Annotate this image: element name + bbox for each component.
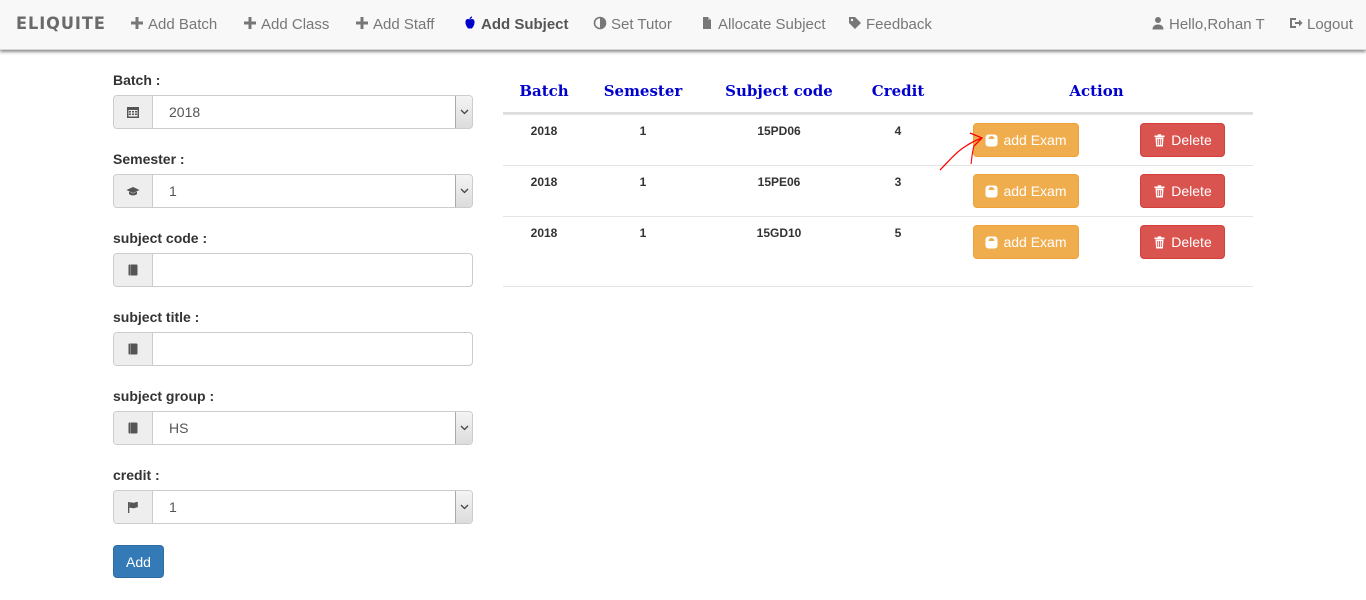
cell-credit: 4 — [894, 124, 902, 138]
cell-credit: 3 — [894, 175, 902, 189]
nav-user[interactable]: Hello,Rohan T — [1151, 16, 1265, 33]
adjust-icon — [593, 16, 607, 30]
cell-subject-code: 15PD06 — [757, 124, 801, 138]
nav-add-subject-label: Add Subject — [481, 16, 569, 33]
nav-user-label: Hello,Rohan T — [1169, 16, 1265, 33]
subject-code-label: subject code : — [113, 230, 208, 246]
chevron-down-icon[interactable] — [455, 491, 472, 523]
scale-icon — [985, 185, 998, 198]
subject-code-value[interactable] — [153, 254, 472, 286]
flag-icon — [114, 491, 153, 523]
table-bottom-divider — [503, 286, 1253, 287]
nav-add-subject[interactable]: Add Subject — [463, 16, 569, 33]
semester-label: Semester : — [113, 151, 185, 167]
add-exam-button[interactable]: add Exam — [973, 123, 1079, 157]
add-exam-button[interactable]: add Exam — [973, 174, 1079, 208]
subject-title-value[interactable] — [153, 333, 472, 365]
top-navbar: ELIQUITE Add Batch Add Class Add Staff A… — [0, 0, 1366, 50]
credit-label: credit : — [113, 467, 160, 483]
tag-icon — [848, 16, 862, 30]
nav-set-tutor-label: Set Tutor — [611, 16, 672, 33]
batch-label: Batch : — [113, 72, 161, 88]
add-exam-label: add Exam — [1003, 183, 1067, 199]
book-icon — [114, 333, 153, 365]
delete-label: Delete — [1171, 132, 1212, 148]
delete-label: Delete — [1171, 183, 1212, 199]
semester-select[interactable]: 1 — [113, 174, 473, 208]
credit-select[interactable]: 1 — [113, 490, 473, 524]
logout-icon — [1289, 16, 1303, 30]
table-row: 2018 1 15GD10 5 add Exam Delete — [503, 216, 1253, 267]
cell-semester: 1 — [639, 226, 647, 240]
subject-group-value: HS — [169, 420, 189, 436]
cell-semester: 1 — [639, 175, 647, 189]
cell-semester: 1 — [639, 124, 647, 138]
column-header-subject-code: Subject code — [725, 82, 833, 100]
file-icon — [700, 16, 714, 30]
user-icon — [1151, 16, 1165, 30]
nav-allocate-subject-label: Allocate Subject — [718, 16, 826, 33]
batch-select[interactable]: 2018 — [113, 95, 473, 129]
brand-logo[interactable]: ELIQUITE — [16, 14, 106, 34]
nav-add-class[interactable]: Add Class — [243, 16, 329, 33]
subject-code-input[interactable] — [113, 253, 473, 287]
delete-label: Delete — [1171, 234, 1212, 250]
cell-batch: 2018 — [530, 175, 558, 189]
trash-icon — [1153, 133, 1166, 147]
chevron-down-icon[interactable] — [455, 412, 472, 444]
nav-add-staff-label: Add Staff — [373, 16, 435, 33]
cell-subject-code: 15PE06 — [757, 175, 801, 189]
nav-logout[interactable]: Logout — [1289, 16, 1353, 33]
calendar-icon — [114, 96, 153, 128]
table-row: 2018 1 15PE06 3 add Exam Delete — [503, 165, 1253, 216]
cell-credit: 5 — [894, 226, 902, 240]
chevron-down-icon[interactable] — [455, 175, 472, 207]
plus-icon — [355, 16, 369, 30]
trash-icon — [1153, 184, 1166, 198]
column-header-action: Action — [1069, 82, 1124, 100]
column-header-semester: Semester — [603, 82, 683, 100]
apple-icon — [463, 16, 477, 30]
nav-add-batch[interactable]: Add Batch — [130, 16, 217, 33]
book-icon — [114, 412, 153, 444]
semester-value: 1 — [169, 183, 177, 199]
scale-icon — [985, 236, 998, 249]
nav-allocate-subject[interactable]: Allocate Subject — [700, 16, 826, 33]
cell-batch: 2018 — [530, 124, 558, 138]
add-button[interactable]: Add — [113, 545, 164, 578]
trash-icon — [1153, 235, 1166, 249]
subject-group-label: subject group : — [113, 388, 215, 404]
cell-batch: 2018 — [530, 226, 558, 240]
nav-add-staff[interactable]: Add Staff — [355, 16, 434, 33]
credit-value: 1 — [169, 499, 177, 515]
batch-value: 2018 — [169, 104, 201, 120]
delete-button[interactable]: Delete — [1140, 174, 1225, 208]
nav-feedback[interactable]: Feedback — [848, 16, 932, 33]
chevron-down-icon[interactable] — [455, 96, 472, 128]
nav-feedback-label: Feedback — [866, 16, 932, 33]
cell-subject-code: 15GD10 — [756, 226, 802, 240]
add-exam-label: add Exam — [1003, 234, 1067, 250]
table-row: 2018 1 15PD06 4 add Exam Delete — [503, 114, 1253, 165]
delete-button[interactable]: Delete — [1140, 123, 1225, 157]
nav-add-class-label: Add Class — [261, 16, 330, 33]
add-exam-button[interactable]: add Exam — [973, 225, 1079, 259]
add-exam-label: add Exam — [1003, 132, 1067, 148]
delete-button[interactable]: Delete — [1140, 225, 1225, 259]
column-header-credit: Credit — [871, 82, 925, 100]
nav-set-tutor[interactable]: Set Tutor — [593, 16, 672, 33]
nav-add-batch-label: Add Batch — [148, 16, 218, 33]
book-icon — [114, 254, 153, 286]
nav-logout-label: Logout — [1307, 16, 1353, 33]
column-header-batch: Batch — [519, 82, 569, 100]
plus-icon — [130, 16, 144, 30]
plus-icon — [243, 16, 257, 30]
subject-group-select[interactable]: HS — [113, 411, 473, 445]
subject-title-input[interactable] — [113, 332, 473, 366]
scale-icon — [985, 134, 998, 147]
subject-title-label: subject title : — [113, 309, 200, 325]
graduation-cap-icon — [114, 175, 153, 207]
